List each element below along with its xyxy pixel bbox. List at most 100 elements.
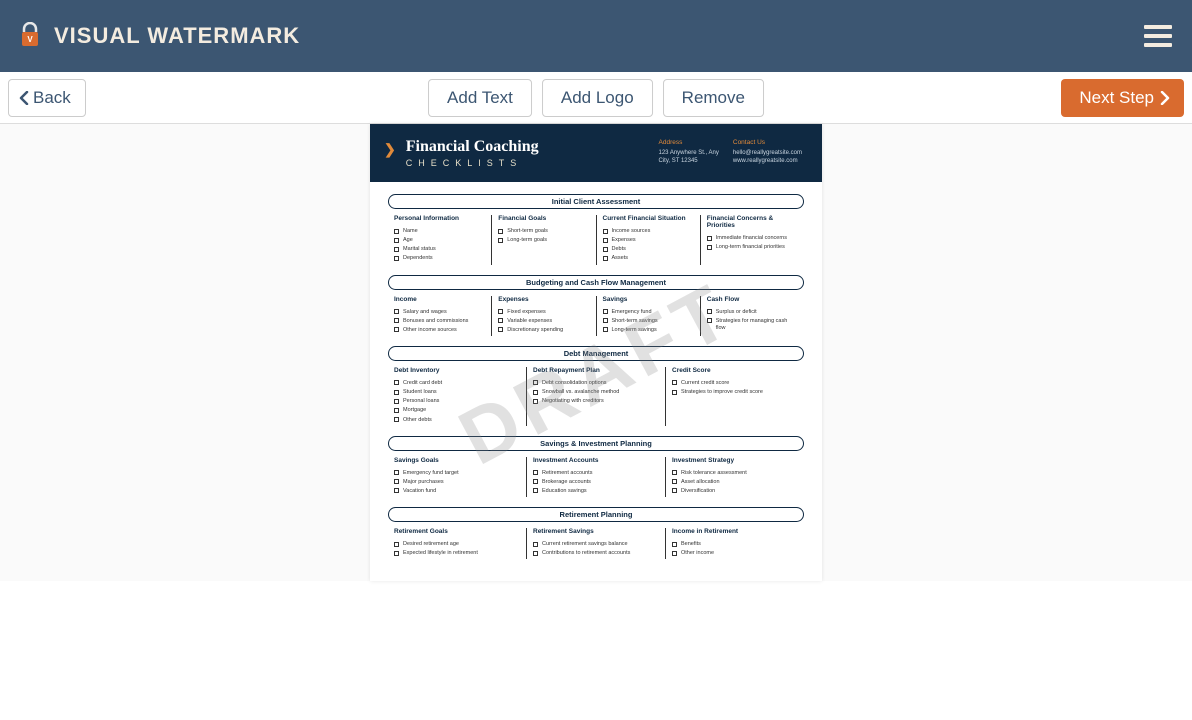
section-column: Financial GoalsShort-term goalsLong-term… [492,215,596,265]
checklist-item: Name [394,228,485,235]
checklist-label: Emergency fund [612,309,652,316]
doc-section: Debt Management Debt InventoryCredit card… [388,346,804,426]
checklist-label: Debt consolidation options [542,380,607,387]
checkbox-icon [603,256,608,261]
doc-section: Retirement Planning Retirement GoalsDesir… [388,507,804,559]
column-head: Investment Strategy [672,457,798,464]
checklist-label: Short-term savings [612,318,658,325]
checklist-item: Long-term goals [498,237,589,244]
checkbox-icon [394,542,399,547]
contact-line2: www.reallygreatsite.com [733,157,802,165]
checklist-item: Surplus or deficit [707,309,798,316]
column-head: Current Financial Situation [603,215,694,222]
remove-button[interactable]: Remove [663,79,764,117]
add-text-button[interactable]: Add Text [428,79,532,117]
checklist-item: Snowball vs. avalanche method [533,389,659,396]
checklist-label: Bonuses and commissions [403,318,468,325]
checklist-label: Diversification [681,488,715,495]
column-head: Retirement Goals [394,528,520,535]
checkbox-icon [603,309,608,314]
checkbox-icon [394,470,399,475]
section-column: Savings Goals Emergency fund target Major … [388,457,527,497]
hamburger-menu-icon[interactable] [1140,21,1176,51]
section-column: Income in RetirementBenefitsOther income [666,528,804,559]
section-column: Investment AccountsRetirement accountsBr… [527,457,666,497]
checkbox-icon [394,318,399,323]
next-step-button[interactable]: Next Step [1061,79,1184,117]
checklist-label: Vacation fund [403,488,436,495]
checklist-label: Marital status [403,246,436,253]
checkbox-icon [394,408,399,413]
column-head: Cash Flow [707,296,798,303]
checklist-label: Brokerage accounts [542,479,591,486]
checkbox-icon [394,247,399,252]
checkbox-icon [394,417,399,422]
section-column: Personal InformationNameAgeMarital statu… [388,215,492,265]
checkbox-icon [603,238,608,243]
checklist-item: Age [394,237,485,244]
checklist-item: Emergency fund target [394,470,520,477]
section-column: Retirement GoalsDesired retirement ageEx… [388,528,527,559]
checklist-item: Mortgage [394,407,520,414]
section-title: Initial Client Assessment [388,194,804,209]
checklist-item: Retirement accounts [533,470,659,477]
checklist-item: Income sources [603,228,694,235]
checklist-label: Education savings [542,488,587,495]
checkbox-icon [498,238,503,243]
section-column: Debt Repayment PlanDebt consolidation op… [527,367,666,426]
section-column: Credit Score Current credit score Strategi… [666,367,804,426]
checkbox-icon [533,470,538,475]
checklist-item: Debt consolidation options [533,380,659,387]
section-column: Current Financial Situation Income source… [597,215,701,265]
section-columns: Debt InventoryCredit card debtStudent lo… [388,367,804,426]
document-preview[interactable]: ❯ Financial Coaching CHECKLISTS Address … [370,124,822,581]
checkbox-icon [394,399,399,404]
checkbox-icon [394,380,399,385]
app-name: VISUAL WATERMARK [54,23,300,49]
section-column: SavingsEmergency fundShort-term savingsL… [597,296,701,336]
checkbox-icon [394,479,399,484]
checklist-label: Long-term goals [507,237,547,244]
checkbox-icon [672,390,677,395]
checklist-item: Assets [603,255,694,262]
add-logo-button[interactable]: Add Logo [542,79,653,117]
section-column: Cash FlowSurplus or deficitStrategies fo… [701,296,804,336]
checklist-label: Long-term financial priorities [716,244,785,251]
section-title: Retirement Planning [388,507,804,522]
doc-subtitle: CHECKLISTS [406,158,649,168]
checklist-item: Strategies to improve credit score [672,389,798,396]
checklist-item: Debts [603,246,694,253]
column-head: Retirement Savings [533,528,659,535]
checklist-item: Major purchases [394,479,520,486]
document-canvas[interactable]: ❯ Financial Coaching CHECKLISTS Address … [0,124,1192,581]
checklist-item: Expenses [603,237,694,244]
checklist-label: Long-term savings [612,327,657,334]
checkbox-icon [603,229,608,234]
checkbox-icon [394,309,399,314]
checklist-item: Current credit score [672,380,798,387]
checklist-label: Student loans [403,389,437,396]
checklist-item: Fixed expenses [498,309,589,316]
svg-text:V: V [27,35,33,44]
doc-body: DRAFT Initial Client AssessmentPersonal … [370,182,822,581]
back-button[interactable]: Back [8,79,86,117]
app-lock-icon: V [16,22,44,50]
address-line1: 123 Anywhere St., Any [659,149,719,157]
checkbox-icon [707,318,712,323]
checklist-label: Asset allocation [681,479,720,486]
column-head: Financial Goals [498,215,589,222]
checkbox-icon [394,229,399,234]
contact-label: Contact Us [733,138,802,147]
checkbox-icon [498,309,503,314]
column-head: Credit Score [672,367,798,374]
checklist-item: Immediate financial concerns [707,235,798,242]
column-head: Savings Goals [394,457,520,464]
checklist-item: Education savings [533,488,659,495]
checklist-item: Contributions to retirement accounts [533,550,659,557]
checkbox-icon [707,309,712,314]
doc-section: Savings & Investment PlanningSavings Goa… [388,436,804,497]
checklist-item: Diversification [672,488,798,495]
checkbox-icon [394,256,399,261]
section-title: Debt Management [388,346,804,361]
checklist-label: Expenses [612,237,636,244]
